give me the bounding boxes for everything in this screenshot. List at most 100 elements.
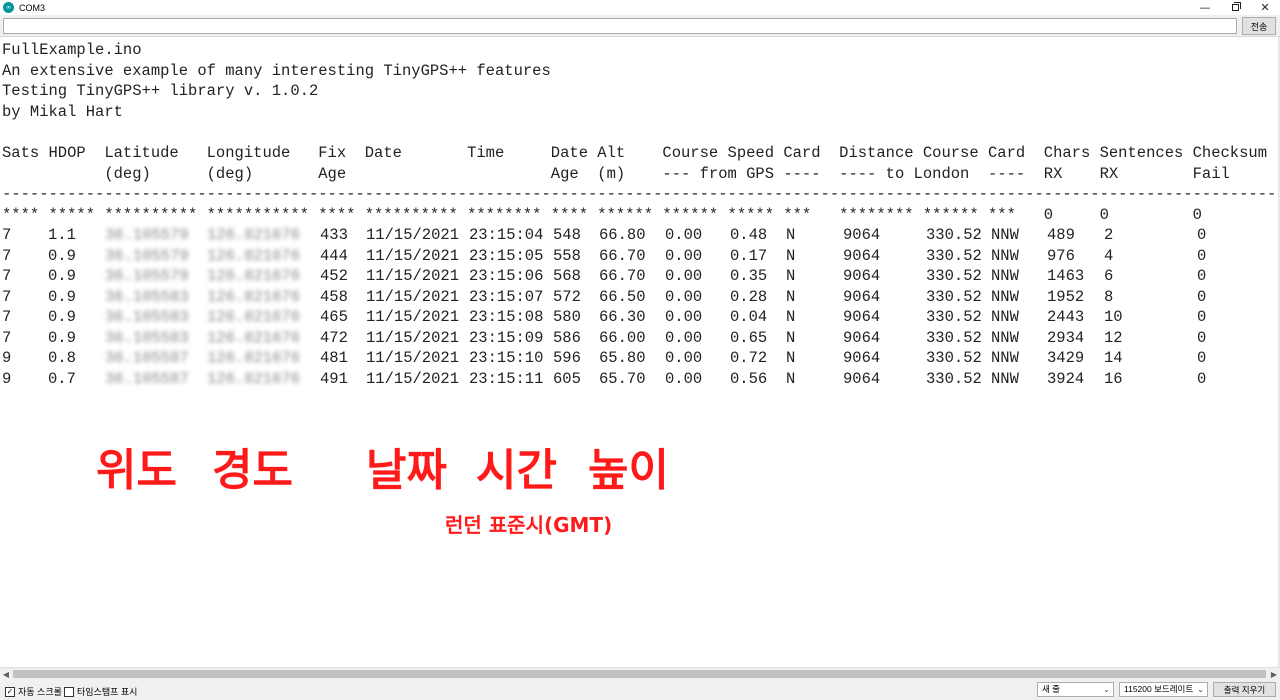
- column-header-line-1: Sats HDOP Latitude Longitude Fix Date Ti…: [2, 144, 1268, 162]
- restore-button[interactable]: [1220, 0, 1250, 15]
- cell-lat: 36.105587: [105, 349, 189, 367]
- close-button[interactable]: ✕: [1250, 0, 1280, 15]
- cell-course: 0.00: [665, 308, 703, 326]
- cell-card-london: NNW: [991, 246, 1019, 265]
- cell-hdop: 0.9: [48, 246, 76, 265]
- cell-chars-rx: 489: [1047, 226, 1075, 244]
- cell-hdop: 1.1: [48, 226, 76, 244]
- cell-time: 23:15:04: [469, 226, 544, 244]
- cell-card: N: [786, 246, 796, 265]
- cell-card: N: [786, 226, 796, 244]
- cell-time: 23:15:11: [469, 369, 544, 388]
- date-annotation: 날짜: [366, 445, 447, 496]
- cell-hdop: 0.9: [48, 267, 76, 285]
- cell-course-london: 330.52: [926, 308, 982, 326]
- cell-time: 23:15:08: [469, 308, 544, 326]
- cell-time: 23:15:10: [469, 349, 544, 367]
- serial-output[interactable]: FullExample.ino An extensive example of …: [0, 37, 1280, 667]
- cell-distance: 9064: [843, 328, 881, 347]
- cell-hdop: 0.8: [48, 349, 76, 367]
- cell-sentences-rx: 16: [1104, 369, 1123, 388]
- cell-alt: 65.70: [599, 369, 646, 388]
- chevron-down-icon: ⌄: [1103, 685, 1110, 694]
- line-ending-select[interactable]: 새 줄 ⌄: [1037, 682, 1114, 697]
- cell-course: 0.00: [665, 328, 703, 347]
- cell-course-london: 330.52: [926, 369, 982, 388]
- cell-sentences-rx: 6: [1104, 267, 1114, 285]
- restore-icon: [1231, 2, 1241, 11]
- cell-date-age: 596: [553, 349, 581, 367]
- timestamp-checkbox[interactable]: 타임스탬프 표시: [64, 685, 137, 698]
- send-button[interactable]: 전송: [1242, 17, 1276, 35]
- separator-line: ----------------------------------------…: [2, 185, 1280, 203]
- cell-sats: 7: [2, 287, 12, 306]
- cell-date: 11/15/2021: [366, 308, 460, 326]
- cell-date-age: 586: [553, 328, 581, 347]
- autoscroll-label: 자동 스크롤: [18, 687, 62, 697]
- cell-hdop: 0.9: [48, 328, 76, 347]
- cell-fix-age: 433: [320, 226, 348, 244]
- scrollbar-thumb[interactable]: [13, 670, 1266, 678]
- time-annotation: 시간: [476, 445, 557, 496]
- cell-date: 11/15/2021: [366, 328, 460, 347]
- cell-course-london: 330.52: [926, 349, 982, 367]
- send-toolbar: 전송: [0, 15, 1280, 37]
- autoscroll-checkbox[interactable]: ✓ 자동 스크롤: [5, 685, 62, 698]
- cell-sentences-rx: 8: [1104, 287, 1114, 306]
- cell-lat: 36.105587: [105, 369, 189, 388]
- cell-card: N: [786, 287, 796, 306]
- cell-sats: 7: [2, 308, 12, 326]
- cell-time: 23:15:09: [469, 328, 544, 347]
- cell-card-london: NNW: [991, 349, 1019, 367]
- cell-card: N: [786, 328, 796, 347]
- cell-distance: 9064: [843, 287, 881, 306]
- baud-rate-select[interactable]: 115200 보드레이트 ⌄: [1119, 682, 1208, 697]
- cell-card-london: NNW: [991, 369, 1019, 388]
- cell-lat: 36.105583: [105, 287, 189, 306]
- cell-fix-age: 458: [320, 287, 348, 306]
- output-line: An extensive example of many interesting…: [2, 61, 551, 80]
- window-controls: — ✕: [1190, 0, 1280, 15]
- cell-lng: 126.821676: [207, 267, 301, 285]
- cell-course: 0.00: [665, 287, 703, 306]
- cell-course-london: 330.52: [926, 328, 982, 347]
- cell-alt: 65.80: [599, 349, 646, 367]
- cell-time: 23:15:05: [469, 246, 544, 265]
- cell-course: 0.00: [665, 267, 703, 285]
- cell-card: N: [786, 369, 796, 388]
- cell-chars-rx: 2934: [1047, 328, 1085, 347]
- cell-speed: 0.28: [730, 287, 768, 306]
- cell-checksum-fail: 0: [1197, 308, 1207, 326]
- status-bar: ✓ 자동 스크롤 타임스탬프 표시 새 줄 ⌄ 115200 보드레이트 ⌄ 출…: [0, 679, 1280, 700]
- cell-speed: 0.48: [730, 226, 768, 244]
- checkbox-checked-icon: ✓: [5, 686, 15, 697]
- cell-card-london: NNW: [991, 287, 1019, 306]
- cell-speed: 0.65: [730, 328, 768, 347]
- cell-checksum-fail: 0: [1197, 328, 1207, 347]
- cell-card-london: NNW: [991, 308, 1019, 326]
- cell-lng: 126.821676: [207, 287, 301, 306]
- horizontal-scrollbar[interactable]: ◀ ▶: [0, 667, 1280, 679]
- cell-date-age: 580: [553, 308, 581, 326]
- cell-alt: 66.70: [599, 246, 646, 265]
- cell-sentences-rx: 10: [1104, 308, 1123, 326]
- cell-fix-age: 444: [320, 246, 348, 265]
- cell-fix-age: 465: [320, 308, 348, 326]
- cell-date-age: 605: [553, 369, 581, 388]
- line-ending-value: 새 줄: [1042, 684, 1061, 694]
- minimize-button[interactable]: —: [1190, 0, 1220, 15]
- cell-chars-rx: 2443: [1047, 308, 1085, 326]
- cell-sats: 7: [2, 328, 12, 347]
- cell-checksum-fail: 0: [1197, 369, 1207, 388]
- cell-lng: 126.821676: [207, 349, 301, 367]
- cell-sats: 9: [2, 369, 12, 388]
- altitude-annotation: 높이: [588, 445, 669, 496]
- cell-checksum-fail: 0: [1197, 267, 1207, 285]
- cell-alt: 66.30: [599, 308, 646, 326]
- cell-checksum-fail: 0: [1197, 349, 1207, 367]
- serial-send-input[interactable]: [3, 18, 1237, 34]
- cell-chars-rx: 1463: [1047, 267, 1085, 285]
- cell-alt: 66.80: [599, 226, 646, 244]
- cell-checksum-fail: 0: [1197, 246, 1207, 265]
- clear-output-button[interactable]: 출력 지우기: [1213, 682, 1276, 697]
